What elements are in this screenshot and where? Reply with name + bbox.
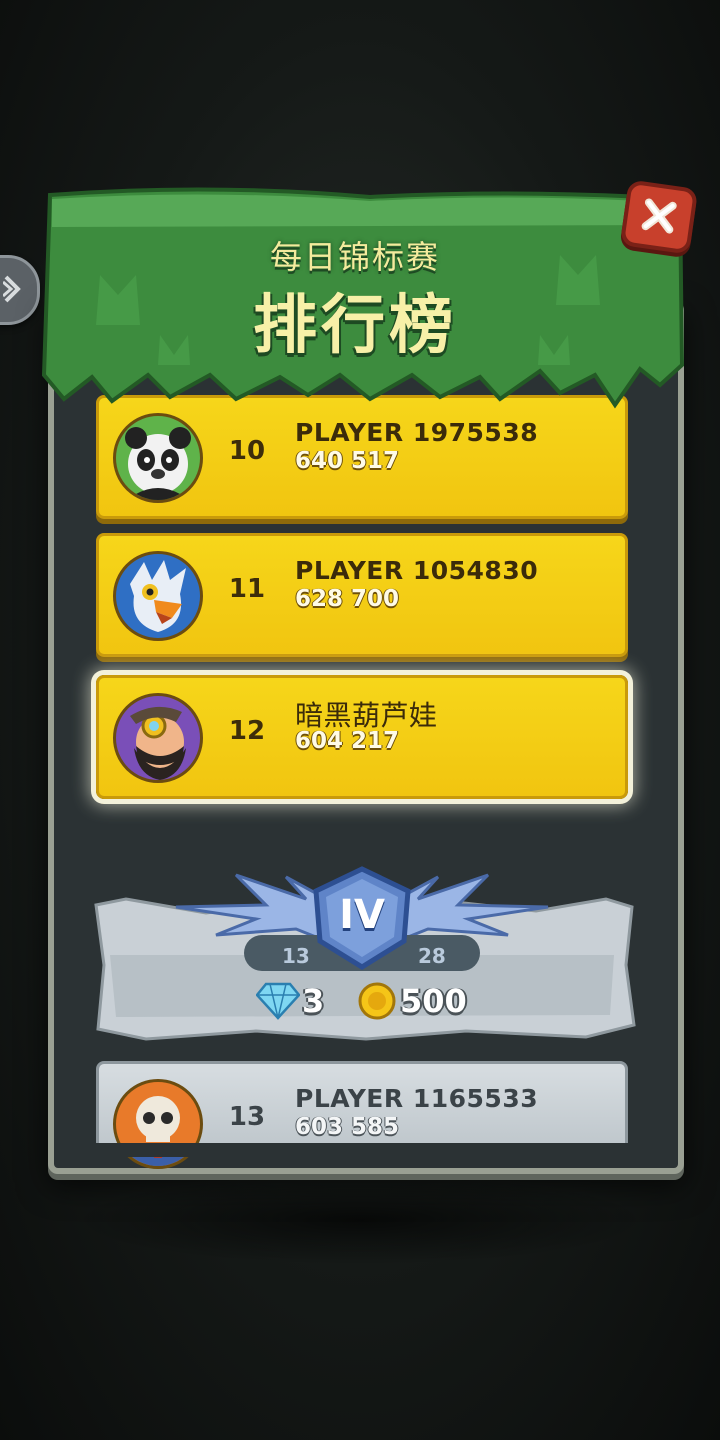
player-score: 640 517 xyxy=(295,448,400,474)
panel-bottom-mask xyxy=(54,1143,666,1157)
player-name: PLAYER 1054830 xyxy=(295,556,539,585)
reward-coins-value: 500 xyxy=(400,982,467,1020)
tier-label: IV xyxy=(339,892,385,938)
diamond-icon xyxy=(256,982,300,1020)
panel-shadow xyxy=(70,1175,650,1265)
reward-gems-value: 3 xyxy=(302,982,325,1020)
leaderboard-row-11[interactable]: 11 PLAYER 1054830 628 700 xyxy=(96,533,628,657)
player-name: PLAYER 1165533 xyxy=(295,1084,539,1113)
banner-title-group: 每日锦标赛 排行榜 xyxy=(40,232,670,366)
leaderboard-row-13[interactable]: 13 PLAYER 1165533 603 585 xyxy=(96,1061,628,1169)
leaderboard-row-12-current-player[interactable]: 12 暗黑葫芦娃 604 217 xyxy=(96,675,628,799)
chevron-right-icon xyxy=(3,275,21,303)
close-x-icon xyxy=(641,198,677,234)
eagle-avatar xyxy=(113,551,203,641)
player-score: 603 585 xyxy=(295,1114,400,1140)
dwarf-avatar xyxy=(113,693,203,783)
rank-label: 13 xyxy=(228,1102,266,1132)
player-score: 604 217 xyxy=(295,728,400,754)
side-tab-button[interactable] xyxy=(0,255,40,325)
rank-label: 11 xyxy=(228,574,266,604)
panda-avatar xyxy=(113,413,203,503)
player-score: 628 700 xyxy=(295,586,400,612)
rank-label: 12 xyxy=(228,716,266,746)
tier-range-start: 13 xyxy=(282,944,310,968)
player-name: PLAYER 1975538 xyxy=(295,418,539,447)
close-button[interactable] xyxy=(619,179,699,255)
tier-range-end: 28 xyxy=(418,944,446,968)
page-title: 排行榜 xyxy=(253,289,457,363)
coin-icon xyxy=(358,982,396,1020)
page-subtitle: 每日锦标赛 xyxy=(269,238,440,276)
rank-label: 10 xyxy=(228,436,266,466)
